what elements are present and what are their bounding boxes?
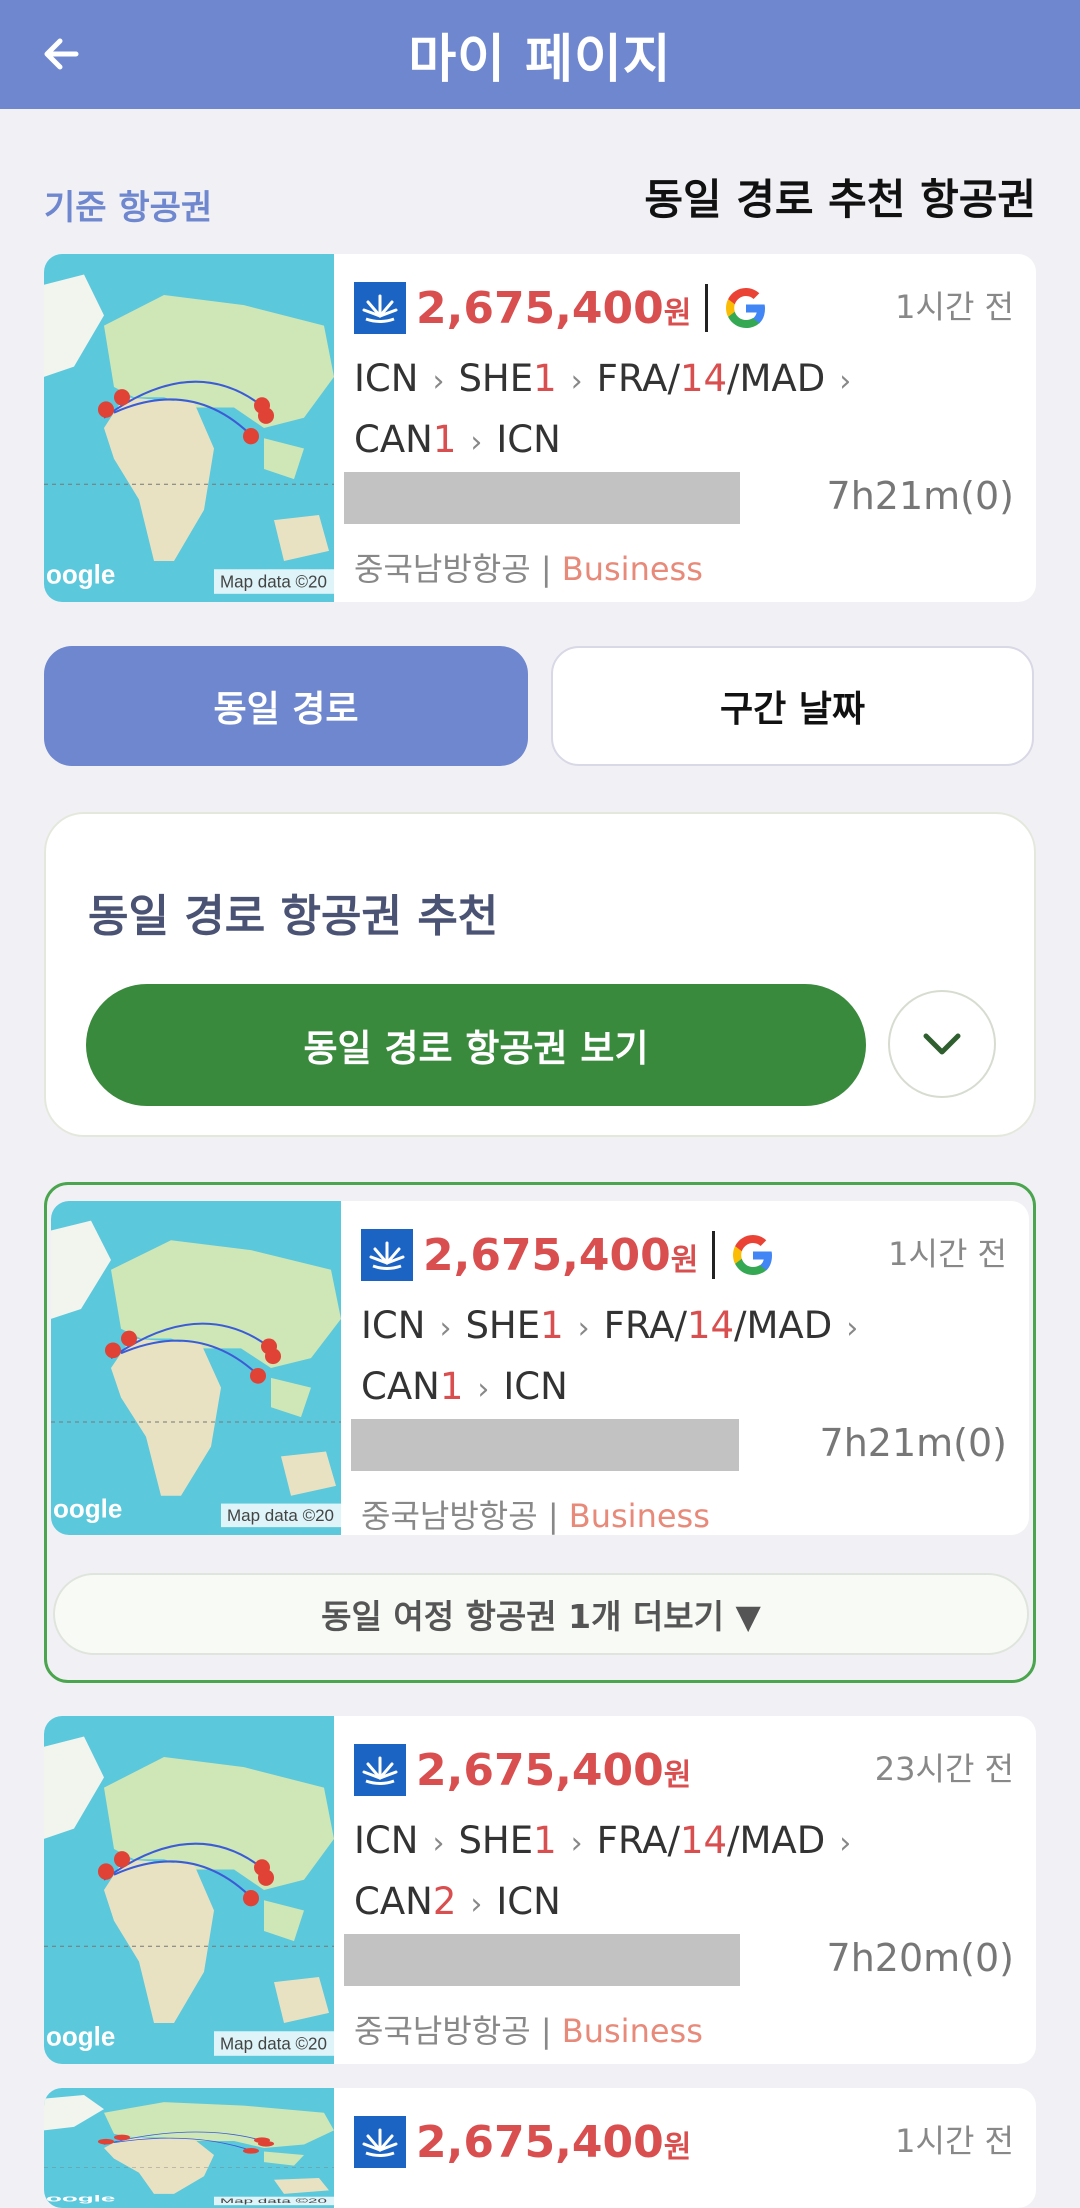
chevron-right-icon: › bbox=[839, 364, 852, 399]
svg-text:oogle: oogle bbox=[46, 2021, 115, 2051]
chevron-right-icon: › bbox=[477, 1372, 490, 1407]
redacted-bar bbox=[344, 472, 740, 524]
chevron-right-icon: › bbox=[470, 1887, 483, 1922]
back-arrow-icon[interactable] bbox=[36, 28, 88, 80]
base-ticket-label: 기준 항공권 bbox=[44, 188, 213, 228]
route-map: oogle Map data ©20 bbox=[44, 254, 334, 602]
price: 2,675,400원 bbox=[416, 1744, 692, 1796]
google-logo-icon bbox=[729, 1231, 777, 1279]
route: ICN › SHE1 › FRA/14/MAD › CAN1 › ICN bbox=[361, 1304, 859, 1408]
airline-logo-icon bbox=[354, 1744, 406, 1796]
world-map-icon: oogle Map data ©20 bbox=[44, 254, 334, 602]
svg-text:Map data ©20: Map data ©20 bbox=[220, 2033, 327, 2053]
chevron-right-icon: › bbox=[432, 364, 445, 399]
chevron-right-icon: › bbox=[839, 1826, 852, 1861]
time-ago: 23시간 전 bbox=[874, 1750, 1014, 1788]
route: ICN › SHE1 › FRA/14/MAD › CAN1 › ICN bbox=[354, 357, 852, 461]
airline-logo-icon bbox=[354, 282, 406, 334]
price: 2,675,400원 bbox=[416, 2116, 692, 2168]
expand-button[interactable] bbox=[888, 990, 996, 1098]
tab-section-date[interactable]: 구간 날짜 bbox=[551, 646, 1034, 766]
carrier: 중국남방항공 | Business bbox=[354, 2012, 703, 2050]
tab-same-route[interactable]: 동일 경로 bbox=[44, 646, 528, 766]
chevron-right-icon: › bbox=[846, 1311, 859, 1346]
svg-text:oogle: oogle bbox=[53, 1496, 122, 1524]
duration: 7h20m(0) bbox=[826, 1936, 1014, 1980]
price: 2,675,400원 bbox=[423, 1229, 699, 1281]
route-map: oogle Map data ©20 bbox=[44, 1716, 334, 2064]
chevron-down-icon bbox=[923, 1033, 961, 1055]
svg-text:oogle: oogle bbox=[46, 2194, 116, 2204]
chevron-right-icon: › bbox=[570, 1826, 583, 1861]
world-map-icon: oogle Map data ©20 bbox=[44, 1716, 334, 2064]
show-more-button[interactable]: 동일 여정 항공권 1개 더보기 ▼ bbox=[53, 1573, 1029, 1655]
time-ago: 1시간 전 bbox=[888, 1235, 1007, 1273]
carrier: 중국남방항공 | Business bbox=[361, 1497, 710, 1535]
page-title: 마이 페이지 bbox=[408, 30, 672, 90]
recommendation-panel: 동일 경로 항공권 추천 동일 경로 항공권 보기 bbox=[44, 812, 1036, 1137]
recommendation-heading: 동일 경로 항공권 추천 bbox=[88, 891, 499, 942]
time-ago: 1시간 전 bbox=[895, 288, 1014, 326]
view-same-route-button[interactable]: 동일 경로 항공권 보기 bbox=[86, 984, 866, 1106]
route-map: oogle Map data ©20 bbox=[44, 2088, 334, 2208]
price: 2,675,400원 bbox=[416, 282, 692, 334]
ticket-card[interactable]: oogle Map data ©20 2,675,400원 1시간 전 ICN ›… bbox=[51, 1201, 1029, 1535]
app-header: 마이 페이지 bbox=[0, 0, 1080, 109]
google-logo-icon bbox=[722, 284, 770, 332]
chevron-right-icon: › bbox=[577, 1311, 590, 1346]
airline-logo-icon bbox=[361, 1229, 413, 1281]
world-map-icon: oogle Map data ©20 bbox=[44, 2088, 334, 2208]
chevron-right-icon: › bbox=[439, 1311, 452, 1346]
recommended-ticket-label: 동일 경로 추천 항공권 bbox=[644, 175, 1036, 224]
svg-text:Map data ©20: Map data ©20 bbox=[220, 571, 327, 591]
highlighted-ticket-group: oogle Map data ©20 2,675,400원 1시간 전 ICN ›… bbox=[44, 1182, 1036, 1683]
chevron-right-icon: › bbox=[470, 425, 483, 460]
route: ICN › SHE1 › FRA/14/MAD › CAN2 › ICN bbox=[354, 1819, 852, 1923]
svg-text:Map data ©20: Map data ©20 bbox=[227, 1506, 334, 1525]
chevron-right-icon: › bbox=[570, 364, 583, 399]
divider bbox=[712, 1231, 716, 1279]
svg-text:Map data ©20: Map data ©20 bbox=[220, 2197, 327, 2204]
world-map-icon: oogle Map data ©20 bbox=[51, 1201, 341, 1535]
redacted-bar bbox=[344, 1934, 740, 1986]
ticket-card[interactable]: oogle Map data ©20 2,675,400원 23시간 전 ICN… bbox=[44, 1716, 1036, 2064]
route-map: oogle Map data ©20 bbox=[51, 1201, 341, 1535]
redacted-bar bbox=[351, 1419, 739, 1471]
chevron-right-icon: › bbox=[432, 1826, 445, 1861]
time-ago: 1시간 전 bbox=[895, 2122, 1014, 2160]
divider bbox=[705, 284, 709, 332]
duration: 7h21m(0) bbox=[826, 474, 1014, 518]
airline-logo-icon bbox=[354, 2116, 406, 2168]
ticket-card[interactable]: oogle Map data ©20 2,675,400원 1시간 전 bbox=[44, 2088, 1036, 2208]
duration: 7h21m(0) bbox=[819, 1421, 1007, 1465]
svg-text:oogle: oogle bbox=[46, 559, 115, 589]
carrier: 중국남방항공 | Business bbox=[354, 550, 703, 588]
base-ticket-card[interactable]: oogle Map data ©20 2,675,400원 1시간 전 ICN ›… bbox=[44, 254, 1036, 602]
